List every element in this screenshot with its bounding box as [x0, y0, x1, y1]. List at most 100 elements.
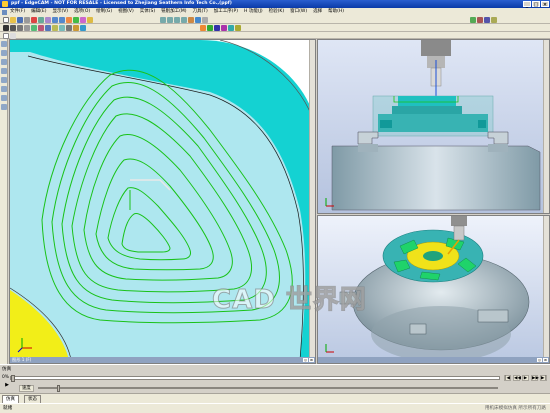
- wireframe-icon[interactable]: [195, 17, 201, 23]
- engrave-icon[interactable]: [235, 25, 241, 31]
- status-bar: 就绪 用机床模拟仿真 所示所有刀路: [0, 403, 550, 413]
- point-icon[interactable]: [31, 25, 37, 31]
- speed-label: 速度: [19, 385, 34, 392]
- cpl-tool-icon[interactable]: [1, 86, 7, 92]
- progress-thumb[interactable]: [11, 375, 15, 382]
- menu-select[interactable]: 选择: [310, 8, 325, 16]
- graphics-viewport[interactable]: 图形 1 (F) _ ×: [9, 39, 316, 364]
- spindle-head-iso: [451, 216, 467, 226]
- layer-icon[interactable]: [202, 17, 208, 23]
- view-iso-icon[interactable]: [181, 17, 187, 23]
- simulation-panel-title: 仿真: [2, 367, 12, 372]
- finishing-icon[interactable]: [228, 25, 234, 31]
- roughing-icon[interactable]: [200, 25, 206, 31]
- menu-inspect[interactable]: 检验(K): [266, 8, 287, 16]
- open-folder-icon[interactable]: [10, 17, 16, 23]
- tool-library-icon[interactable]: [1, 95, 7, 101]
- menu-h-function[interactable]: H 功能(J): [241, 8, 266, 16]
- simulate-icon[interactable]: [470, 17, 476, 23]
- stop-icon[interactable]: [477, 17, 483, 23]
- dimension-icon[interactable]: [73, 25, 79, 31]
- trim-icon[interactable]: [38, 25, 44, 31]
- view-front-icon[interactable]: [167, 17, 173, 23]
- paste-icon[interactable]: [45, 17, 51, 23]
- viewport-window-buttons: _ ×: [303, 358, 314, 362]
- part-top: [398, 96, 456, 106]
- redo-icon[interactable]: [59, 17, 65, 23]
- part-pocket-left: [380, 120, 392, 128]
- part-center-hole: [423, 251, 443, 261]
- menu-tool[interactable]: 刀具(T): [190, 8, 211, 16]
- progress-track[interactable]: [10, 375, 500, 382]
- viewport-minimize-button[interactable]: _: [303, 358, 308, 362]
- left-viewport-scrollbar[interactable]: [309, 40, 315, 359]
- circle-icon[interactable]: [17, 25, 23, 31]
- pocketing-icon[interactable]: [221, 25, 227, 31]
- datum-tool-icon[interactable]: [1, 77, 7, 83]
- feature-tool-icon[interactable]: [1, 50, 7, 56]
- menu-help[interactable]: 帮助(H): [325, 8, 347, 16]
- viewport-close-button[interactable]: ×: [309, 358, 314, 362]
- toolpath-canvas: [10, 40, 315, 363]
- arc-icon[interactable]: [10, 25, 16, 31]
- view-side-icon[interactable]: [174, 17, 180, 23]
- menu-draw[interactable]: 绘制(G): [93, 8, 115, 16]
- play-button[interactable]: ▶: [522, 375, 529, 381]
- menu-display[interactable]: 显示(V): [49, 8, 71, 16]
- rectangle-icon[interactable]: [24, 25, 30, 31]
- end-button[interactable]: ▶|: [540, 375, 547, 381]
- sketch-tool-icon[interactable]: [1, 41, 7, 47]
- rotate-icon[interactable]: [80, 17, 86, 23]
- cut-icon[interactable]: [31, 17, 37, 23]
- undo-icon[interactable]: [52, 17, 58, 23]
- copy-icon[interactable]: [38, 17, 44, 23]
- play-toggle-icon[interactable]: ▶: [4, 382, 10, 388]
- top-viewport-scrollbar[interactable]: [543, 40, 549, 213]
- stock-tool-icon[interactable]: [1, 59, 7, 65]
- minimize-button[interactable]: _: [523, 1, 531, 8]
- rewind-button[interactable]: |◀: [504, 375, 511, 381]
- menu-process[interactable]: 加工工序(P): [211, 8, 241, 16]
- menu-options[interactable]: 选项(O): [71, 8, 93, 16]
- toolbar-row-3: [0, 32, 550, 39]
- maximize-button[interactable]: □: [532, 1, 540, 8]
- menu-window[interactable]: 窗口(W): [287, 8, 310, 16]
- menu-view[interactable]: 视图(V): [115, 8, 137, 16]
- offset-icon[interactable]: [45, 25, 51, 31]
- speed-track[interactable]: [38, 385, 498, 392]
- save-icon[interactable]: [17, 17, 23, 23]
- profiling-icon[interactable]: [207, 25, 213, 31]
- new-file-icon[interactable]: [3, 17, 9, 23]
- step-back-button[interactable]: ◀◀: [513, 375, 521, 381]
- sim-viewport-minimize-button[interactable]: _: [537, 358, 542, 362]
- menu-edit[interactable]: 编辑(E): [28, 8, 49, 16]
- fillet-icon[interactable]: [59, 25, 65, 31]
- menu-solid[interactable]: 实体(S): [137, 8, 158, 16]
- mirror-icon[interactable]: [52, 25, 58, 31]
- shade-icon[interactable]: [188, 17, 194, 23]
- text-icon[interactable]: [80, 25, 86, 31]
- machine-icon[interactable]: [484, 17, 490, 23]
- settings-icon[interactable]: [491, 17, 497, 23]
- chamfer-icon[interactable]: [66, 25, 72, 31]
- sim-viewport-close-button[interactable]: ×: [543, 358, 548, 362]
- zoom-icon[interactable]: [66, 17, 72, 23]
- close-button[interactable]: ×: [541, 1, 549, 8]
- viewport-label: 图形 1 (F): [12, 357, 32, 362]
- pan-icon[interactable]: [73, 17, 79, 23]
- drilling-icon[interactable]: [214, 25, 220, 31]
- menu-milling[interactable]: 铣削加工(M): [158, 8, 189, 16]
- bottom-viewport-scrollbar[interactable]: [543, 216, 549, 359]
- fixture-tool-icon[interactable]: [1, 68, 7, 74]
- simulation-viewport-bottom[interactable]: _ ×: [317, 215, 550, 364]
- view-top-icon[interactable]: [160, 17, 166, 23]
- step-forward-button[interactable]: ▶▶: [531, 375, 539, 381]
- simulation-viewport-top[interactable]: [317, 39, 550, 214]
- menu-file[interactable]: 文件(F): [7, 8, 28, 16]
- line-icon[interactable]: [3, 25, 9, 31]
- print-icon[interactable]: [24, 17, 30, 23]
- bottom-viewport-footer: _ ×: [318, 357, 549, 363]
- sequence-icon[interactable]: [1, 104, 7, 110]
- fit-view-icon[interactable]: [87, 17, 93, 23]
- speed-thumb[interactable]: [57, 385, 61, 392]
